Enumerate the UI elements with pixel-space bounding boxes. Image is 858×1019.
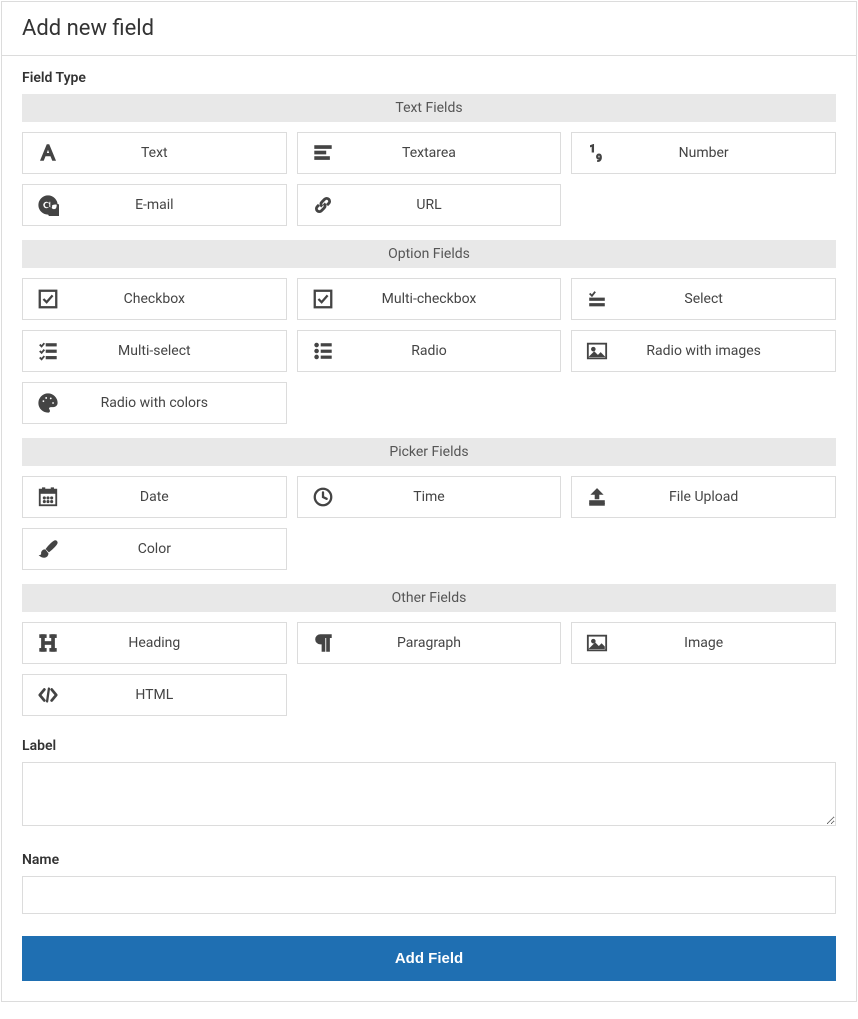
option-label: Select — [620, 291, 835, 307]
at-icon — [23, 194, 71, 216]
field-type-radio[interactable]: Radio — [297, 330, 562, 372]
field-type-date[interactable]: Date — [22, 476, 287, 518]
option-label: File Upload — [620, 489, 835, 505]
name-block: Name — [22, 852, 836, 914]
add-field-button[interactable]: Add Field — [22, 936, 836, 981]
image-frame-icon — [572, 340, 620, 362]
heading-icon — [23, 632, 71, 654]
option-label: Radio — [346, 343, 561, 359]
option-grid: Checkbox Multi-checkbox Select Multi-select… — [22, 278, 836, 424]
option-grid: Date Time File Upload Color — [22, 476, 836, 570]
field-type-color[interactable]: Color — [22, 528, 287, 570]
field-type-radio-with-colors[interactable]: Radio with colors — [22, 382, 287, 424]
option-label: Heading — [71, 635, 286, 651]
option-label: Text — [71, 145, 286, 161]
group-header: Other Fields — [22, 584, 836, 612]
brush-icon — [23, 538, 71, 560]
field-type-select[interactable]: Select — [571, 278, 836, 320]
calendar-icon — [23, 486, 71, 508]
add-field-panel: Add new field Field Type Text Fields Text… — [1, 1, 857, 1002]
font-icon — [23, 142, 71, 164]
field-type-multi-checkbox[interactable]: Multi-checkbox — [297, 278, 562, 320]
check-square-icon — [298, 288, 346, 310]
group-header: Option Fields — [22, 240, 836, 268]
option-label: E-mail — [71, 197, 286, 213]
field-type-time[interactable]: Time — [297, 476, 562, 518]
option-label: Number — [620, 145, 835, 161]
field-type-text[interactable]: Text — [22, 132, 287, 174]
option-label: Paragraph — [346, 635, 561, 651]
option-label: Multi-checkbox — [346, 291, 561, 307]
name-field-label: Name — [22, 852, 836, 868]
field-type-image[interactable]: Image — [571, 622, 836, 664]
palette-icon — [23, 392, 71, 414]
option-label: Image — [620, 635, 835, 651]
option-label: Radio with images — [620, 343, 835, 359]
group-header: Text Fields — [22, 94, 836, 122]
option-label: Multi-select — [71, 343, 286, 359]
option-label: URL — [346, 197, 561, 213]
page-title: Add new field — [2, 2, 856, 56]
option-label: Checkbox — [71, 291, 286, 307]
field-type-checkbox[interactable]: Checkbox — [22, 278, 287, 320]
field-type-multi-select[interactable]: Multi-select — [22, 330, 287, 372]
code-icon — [23, 684, 71, 706]
number-icon — [572, 142, 620, 164]
option-label: Time — [346, 489, 561, 505]
field-type-url[interactable]: URL — [297, 184, 562, 226]
image-icon — [572, 632, 620, 654]
label-block: Label — [22, 738, 836, 830]
upload-icon — [572, 486, 620, 508]
check-list-icon — [572, 288, 620, 310]
group-header: Picker Fields — [22, 438, 836, 466]
paragraph-icon — [298, 632, 346, 654]
clock-icon — [298, 486, 346, 508]
list-ul-icon — [298, 340, 346, 362]
label-input[interactable] — [22, 762, 836, 826]
name-input[interactable] — [22, 876, 836, 914]
field-type-number[interactable]: Number — [571, 132, 836, 174]
option-label: Color — [71, 541, 286, 557]
field-type-html[interactable]: HTML — [22, 674, 287, 716]
option-label: HTML — [71, 687, 286, 703]
link-icon — [298, 194, 346, 216]
check-square-icon — [23, 288, 71, 310]
field-type-file-upload[interactable]: File Upload — [571, 476, 836, 518]
option-label: Radio with colors — [71, 395, 286, 411]
option-grid: Text Textarea Number E-mail URL — [22, 132, 836, 226]
list-check-icon — [23, 340, 71, 362]
field-type-radio-with-images[interactable]: Radio with images — [571, 330, 836, 372]
field-type-e-mail[interactable]: E-mail — [22, 184, 287, 226]
field-type-textarea[interactable]: Textarea — [297, 132, 562, 174]
field-type-label: Field Type — [22, 70, 836, 86]
field-type-heading[interactable]: Heading — [22, 622, 287, 664]
align-left-icon — [298, 142, 346, 164]
label-field-label: Label — [22, 738, 836, 754]
option-label: Textarea — [346, 145, 561, 161]
field-type-paragraph[interactable]: Paragraph — [297, 622, 562, 664]
option-label: Date — [71, 489, 286, 505]
panel-body: Field Type Text Fields Text Textarea Number… — [2, 56, 856, 1001]
option-grid: Heading Paragraph Image HTML — [22, 622, 836, 716]
